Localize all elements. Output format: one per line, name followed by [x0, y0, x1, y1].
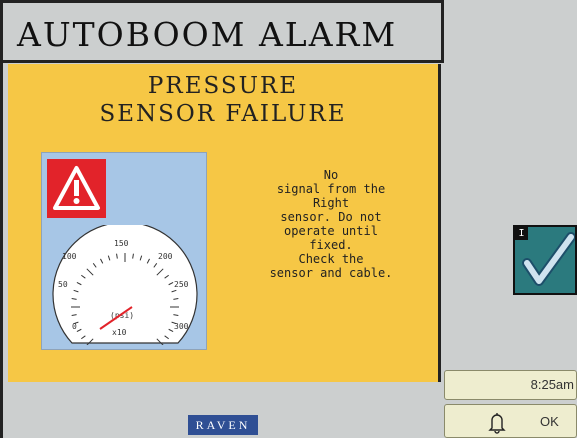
page-title: AUTOBOOM ALARM: [17, 15, 398, 54]
clock-display: 8:25am: [444, 370, 577, 400]
gauge-tick-150: 150: [114, 239, 129, 248]
gauge-panel: 0 50 100 150 200 250 300 (psi) x10: [41, 152, 207, 350]
title-bar: AUTOBOOM ALARM: [3, 0, 444, 63]
pressure-gauge: 0 50 100 150 200 250 300 (psi) x10: [52, 225, 198, 345]
checkmark-icon: [522, 232, 575, 286]
ok-button[interactable]: OK: [444, 404, 577, 438]
clock-time: 8:25am: [530, 377, 574, 392]
alarm-panel: PRESSURE SENSOR FAILURE 0 50 100 150 200…: [8, 64, 441, 382]
alarm-heading-line1: PRESSURE: [147, 73, 299, 99]
gauge-tick-100: 100: [62, 252, 77, 261]
bell-icon: [488, 413, 506, 434]
acknowledge-check[interactable]: I: [513, 225, 577, 295]
raven-logo: RAVEN: [188, 415, 258, 435]
gauge-multiplier: x10: [112, 328, 127, 337]
alarm-heading: PRESSURE SENSOR FAILURE: [8, 72, 438, 128]
gauge-tick-200: 200: [158, 252, 173, 261]
gauge-tick-300: 300: [174, 322, 189, 331]
gauge-tick-250: 250: [174, 280, 189, 289]
gauge-tick-50: 50: [58, 280, 68, 289]
alarm-message: No signal from the Right sensor. Do not …: [269, 168, 393, 280]
warning-icon: [47, 159, 106, 218]
alarm-heading-line2: SENSOR FAILURE: [99, 101, 347, 127]
gauge-tick-0: 0: [72, 322, 77, 331]
ok-label: OK: [540, 414, 559, 429]
